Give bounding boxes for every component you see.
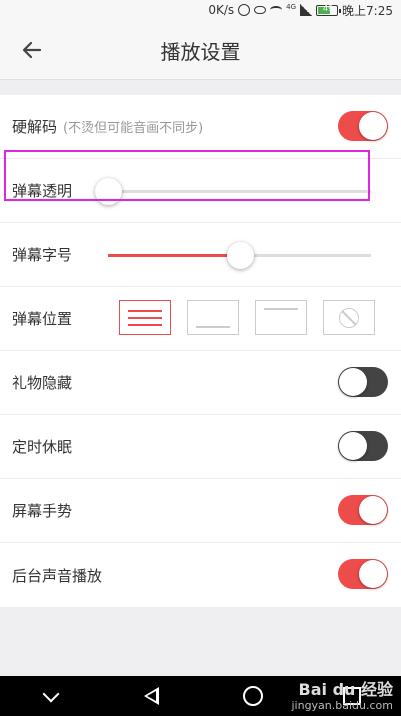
battery-icon: 49 [316, 3, 342, 16]
setting-hw-decode: 硬解码 (不烫但可能音画不同步) [0, 95, 401, 159]
danmaku-font-size-slider[interactable] [108, 242, 371, 269]
alarm-icon [238, 4, 251, 16]
slider-thumb[interactable] [95, 178, 122, 205]
top-line-icon [264, 308, 298, 310]
gift-hide-label: 礼物隐藏 [12, 374, 73, 392]
hw-decode-hint: (不烫但可能音画不同步) [63, 121, 204, 136]
full-lines-icon [128, 317, 162, 319]
eye-icon [254, 6, 267, 14]
setting-danmaku-font-size: 弹幕字号 [0, 223, 401, 287]
danmaku-opacity-label: 弹幕透明 [12, 182, 73, 200]
settings-list: 硬解码 (不烫但可能音画不同步) 弹幕透明 弹幕字号 弹幕位置 礼物隐藏 定时休… [0, 95, 401, 607]
danmaku-font-size-label: 弹幕字号 [12, 246, 73, 264]
danmaku-opacity-slider[interactable] [95, 178, 371, 205]
background-audio-label: 后台声音播放 [12, 566, 103, 585]
ban-icon [339, 308, 359, 328]
danmaku-position-options [119, 300, 375, 335]
page-title: 播放设置 [160, 40, 241, 64]
toggle-knob [359, 560, 387, 588]
position-off-option[interactable] [323, 300, 375, 335]
navigation-bar: Bai du 经验 jingyan.baidu.com [0, 676, 401, 716]
setting-gift-hide: 礼物隐藏 [0, 351, 401, 415]
setting-sleep-timer: 定时休眠 [0, 415, 401, 479]
setting-background-audio: 后台声音播放 [0, 543, 401, 607]
setting-screen-gesture: 屏幕手势 [0, 479, 401, 543]
header: 播放设置 [0, 20, 401, 80]
screen-gesture-label: 屏幕手势 [12, 502, 73, 520]
hide-nav-icon[interactable] [40, 685, 62, 707]
sleep-timer-toggle[interactable] [338, 431, 388, 461]
background-audio-toggle[interactable] [338, 559, 388, 589]
toggle-knob [339, 432, 367, 460]
hw-decode-toggle[interactable] [338, 111, 388, 141]
setting-danmaku-position: 弹幕位置 [0, 287, 401, 351]
net-speed: 0K/s [208, 3, 235, 17]
full-lines-icon [128, 310, 162, 312]
setting-danmaku-opacity: 弹幕透明 [0, 159, 401, 223]
watermark-brand: Bai du 经验 [298, 679, 393, 699]
slider-fill [108, 254, 240, 257]
status-bar: 0K/s 4G 49 晚上7:25 [0, 0, 401, 20]
danmaku-position-label: 弹幕位置 [12, 310, 73, 328]
toggle-knob [359, 112, 387, 140]
sleep-timer-label: 定时休眠 [12, 438, 73, 456]
wifi-icon [270, 6, 283, 14]
hw-decode-label: 硬解码 [12, 118, 58, 136]
nav-home-icon[interactable] [243, 686, 264, 706]
watermark: Bai du 经验 jingyan.baidu.com [291, 680, 393, 712]
full-lines-icon [128, 324, 162, 326]
toggle-knob [359, 496, 387, 524]
toggle-knob [339, 368, 367, 396]
signal-icon [300, 4, 313, 16]
battery-level: 49 [323, 3, 334, 13]
network-type: 4G [286, 3, 297, 11]
gift-hide-toggle[interactable] [338, 367, 388, 397]
clock: 晚上7:25 [342, 3, 393, 18]
bottom-line-icon [196, 326, 230, 328]
position-top-option[interactable] [255, 300, 307, 335]
nav-back-icon[interactable] [142, 685, 164, 707]
position-bottom-option[interactable] [187, 300, 239, 335]
watermark-url: jingyan.baidu.com [291, 698, 393, 712]
screen-gesture-toggle[interactable] [338, 495, 388, 525]
slider-thumb[interactable] [226, 242, 254, 269]
position-full-option[interactable] [119, 300, 171, 335]
